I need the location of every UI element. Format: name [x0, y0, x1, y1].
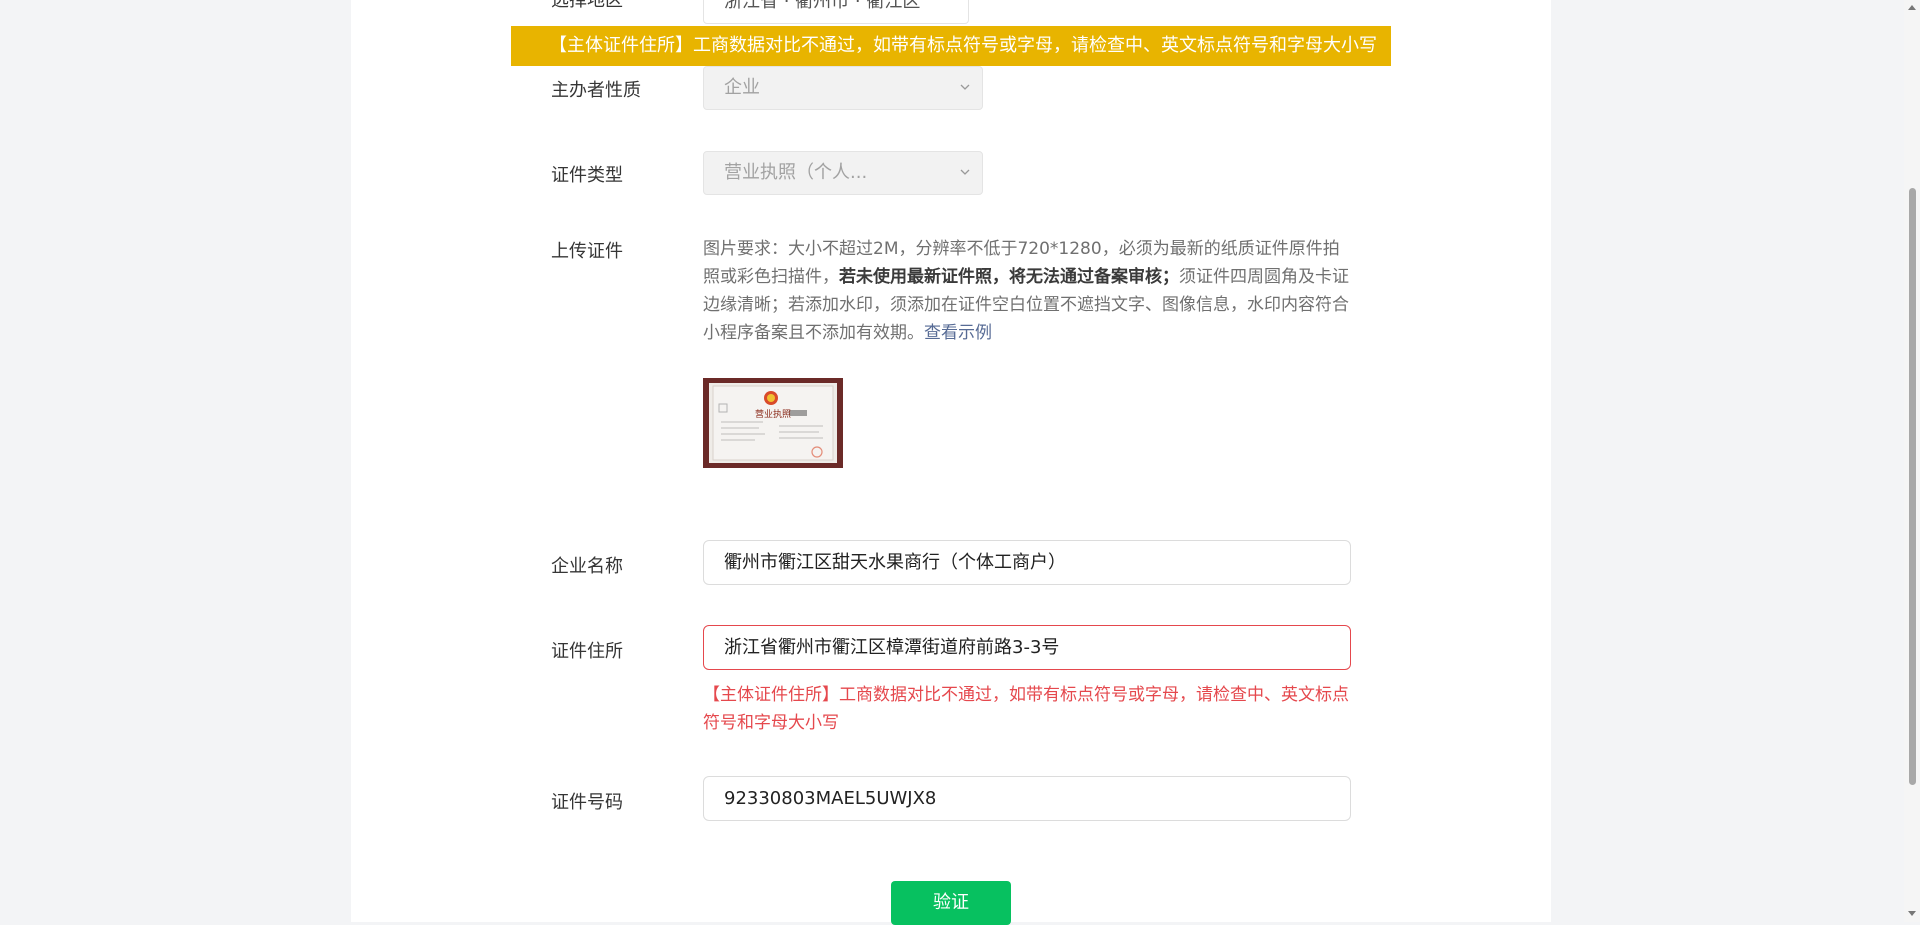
cert-number-label: 证件号码: [551, 792, 623, 813]
error-banner: 【主体证件住所】工商数据对比不通过，如带有标点符号或字母，请检查中、英文标点符号…: [511, 26, 1391, 66]
cert-address-field[interactable]: 浙江省衢州市衢江区樟潭街道府前路3-3号: [703, 625, 1351, 670]
view-example-link[interactable]: 查看示例: [924, 323, 992, 343]
region-select[interactable]: 浙江省 · 衢州市 · 衢江区: [703, 0, 969, 24]
chevron-down-icon: [960, 169, 970, 175]
upload-label: 上传证件: [551, 241, 623, 262]
certificate-thumb-title: 营业执照: [754, 410, 791, 420]
cert-address-label: 证件住所: [551, 641, 623, 662]
company-name-field[interactable]: 衢州市衢江区甜天水果商行（个体工商户）: [703, 540, 1351, 585]
chevron-down-icon: [960, 84, 970, 90]
cert-type-value: 营业执照（个人...: [724, 162, 868, 183]
region-value: 浙江省 · 衢州市 · 衢江区: [724, 0, 921, 12]
region-label: 选择地区: [551, 0, 623, 11]
uploaded-certificate-thumbnail[interactable]: 营业执照: [703, 378, 843, 468]
organizer-type-value: 企业: [724, 77, 760, 98]
organizer-type-select[interactable]: 企业: [703, 66, 983, 110]
upload-help-bold: 若未使用最新证件照，将无法通过备案审核；: [839, 267, 1179, 287]
cert-address-value: 浙江省衢州市衢江区樟潭街道府前路3-3号: [724, 637, 1060, 658]
error-banner-text: 【主体证件住所】工商数据对比不通过，如带有标点符号或字母，请检查中、英文标点符号…: [549, 35, 1377, 56]
scroll-down-icon[interactable]: [1907, 908, 1917, 918]
scrollbar-thumb[interactable]: [1909, 188, 1916, 785]
company-name-value: 衢州市衢江区甜天水果商行（个体工商户）: [724, 552, 1066, 573]
verify-button[interactable]: 验证: [891, 881, 1011, 925]
company-name-label: 企业名称: [551, 556, 623, 577]
scroll-up-icon[interactable]: [1907, 3, 1917, 13]
cert-number-field[interactable]: 92330803MAEL5UWJX8: [703, 776, 1351, 821]
certificate-image: [703, 378, 843, 468]
page-scrollbar[interactable]: [1904, 0, 1920, 922]
cert-address-error: 【主体证件住所】工商数据对比不通过，如带有标点符号或字母，请检查中、英文标点符号…: [703, 685, 1349, 733]
cert-number-value: 92330803MAEL5UWJX8: [724, 788, 937, 809]
upload-requirements: 图片要求：大小不超过2M，分辨率不低于720*1280，必须为最新的纸质证件原件…: [703, 235, 1353, 347]
cert-type-select[interactable]: 营业执照（个人...: [703, 151, 983, 195]
cert-type-label: 证件类型: [551, 165, 623, 186]
organizer-type-label: 主办者性质: [551, 80, 641, 101]
